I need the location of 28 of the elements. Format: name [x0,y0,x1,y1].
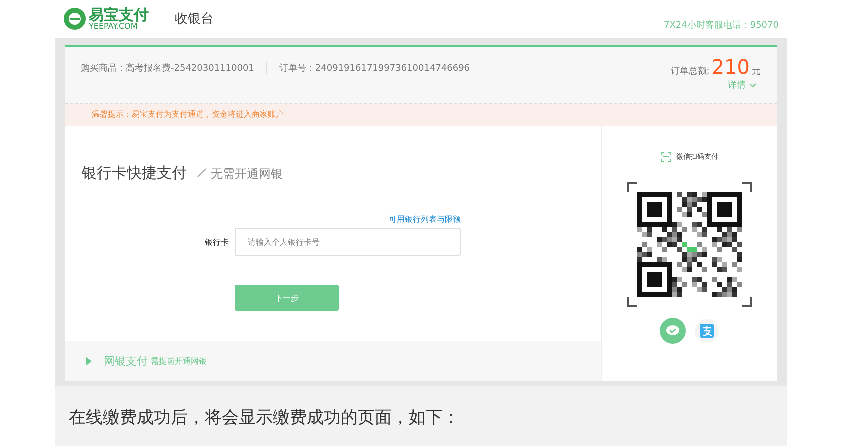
caption-text: 在线缴费成功后，将会显示缴费成功的页面，如下： [68,407,461,430]
details-toggle[interactable]: 详情 [728,79,761,92]
online-banking-toggle[interactable]: 网银支付 需提前开通网银 [65,341,601,381]
card-number-field[interactable]: 请输入个人银行卡号 [235,228,461,256]
alipay-logo-icon [700,324,714,338]
logo-subtext: YEEPAY.COM [89,22,138,30]
card-label: 银行卡 [205,236,229,248]
product-text: 购买商品：高考报名费-25420301110001 [81,62,254,75]
alipay-button[interactable] [694,319,718,343]
scan-icon [660,152,670,162]
section-subtitle: 无需开通网银 [197,166,283,183]
hotline-text: 7X24小时客服电话：95070 [664,20,779,32]
order-number: 订单号：240919161719973610014746696 [279,62,470,75]
triangle-icon [86,356,92,366]
chat-bubble-icon [666,325,680,337]
slash-icon [197,168,207,178]
next-button[interactable]: 下一步 [235,285,339,311]
wechat-pay-button[interactable] [660,319,684,343]
logo-text: 易宝支付 [89,8,149,22]
total-amount: 210 [712,55,750,79]
bank-list-link[interactable]: 可用银行列表与限额 [389,214,461,225]
total-label: 订单总额: [670,66,710,78]
notice-text: 温馨提示：易宝支付为支付通道，资金将进入商家账户 [65,104,777,126]
logo-icon [63,7,87,31]
page-title: 收银台 [175,11,214,28]
chevron-icon [749,83,757,88]
currency-unit: 元 [752,66,761,78]
section-title: 银行卡快捷支付 [82,164,187,183]
